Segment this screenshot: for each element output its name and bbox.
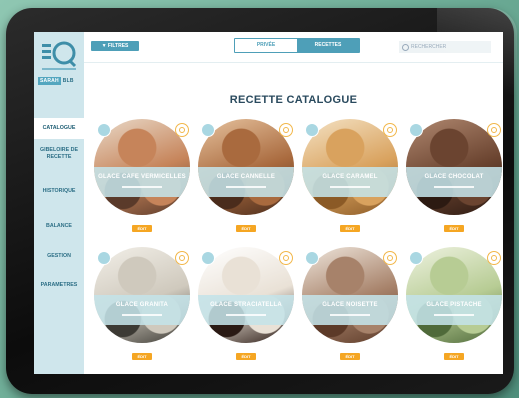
- recipe-card[interactable]: GLACE CAFE VERMICELLES ÉDIT: [94, 119, 192, 239]
- info-icon[interactable]: [305, 251, 319, 265]
- sidebar-item-grimoire[interactable]: GIBELOIRE DE RECETTE: [34, 139, 84, 175]
- tab-privee[interactable]: PRIVÉE: [235, 39, 297, 52]
- recipe-caption-band: GLACE CANNELLE: [198, 167, 294, 197]
- favorite-icon[interactable]: [279, 251, 293, 265]
- sidebar-item-gestion[interactable]: GESTION: [34, 241, 84, 273]
- recipe-card[interactable]: GLACE CANNELLE ÉDIT: [198, 119, 296, 239]
- recipe-caption-band: GLACE CHOCOLAT: [406, 167, 502, 197]
- sidebar-item-historique[interactable]: HISTORIQUE: [34, 175, 84, 211]
- recipe-subtitle-line: [122, 314, 162, 316]
- sidebar-item-balance[interactable]: BALANCE: [34, 211, 84, 241]
- search-icon: [402, 44, 409, 51]
- search-input[interactable]: RECHERCHER: [399, 41, 491, 53]
- favorite-icon[interactable]: [279, 123, 293, 137]
- recipe-name: GLACE CHOCOLAT: [424, 174, 484, 180]
- recipe-subtitle-line: [226, 314, 266, 316]
- recipe-name: GLACE PISTACHE: [426, 302, 482, 308]
- recipe-caption-band: GLACE NOISETTE: [302, 295, 398, 325]
- recipe-caption-band: GLACE STRACIATELLA: [198, 295, 294, 325]
- user-name: SARAH: [38, 77, 61, 85]
- edit-button[interactable]: ÉDIT: [444, 225, 464, 232]
- recipe-card[interactable]: GLACE STRACIATELLA ÉDIT: [198, 247, 296, 367]
- info-icon[interactable]: [201, 251, 215, 265]
- info-icon[interactable]: [409, 123, 423, 137]
- recipe-card[interactable]: GLACE CARAMEL ÉDIT: [302, 119, 400, 239]
- edit-button[interactable]: ÉDIT: [132, 353, 152, 360]
- recipe-card[interactable]: GLACE PISTACHE ÉDIT: [406, 247, 503, 367]
- recipe-name: GLACE CAFE VERMICELLES: [98, 174, 186, 180]
- recipe-caption-band: GLACE PISTACHE: [406, 295, 502, 325]
- favorite-icon[interactable]: [487, 123, 501, 137]
- info-icon[interactable]: [97, 123, 111, 137]
- edit-button[interactable]: ÉDIT: [340, 225, 360, 232]
- sidebar-item-parametres[interactable]: PARAMETRES: [34, 273, 84, 303]
- recipe-card[interactable]: GLACE CHOCOLAT ÉDIT: [406, 119, 503, 239]
- recipe-name: GLACE GRANITA: [115, 302, 169, 308]
- info-icon[interactable]: [409, 251, 423, 265]
- info-icon[interactable]: [97, 251, 111, 265]
- recipe-caption-band: GLACE CAFE VERMICELLES: [94, 167, 190, 197]
- view-toggle: PRIVÉE RECETTES: [234, 38, 360, 53]
- recipe-subtitle-line: [226, 186, 266, 188]
- recipe-name: GLACE NOISETTE: [322, 302, 378, 308]
- recipe-card[interactable]: GLACE NOISETTE ÉDIT: [302, 247, 400, 367]
- search-placeholder: RECHERCHER: [411, 44, 447, 50]
- tablet-frame: SARAH BLB CATALOGUE GIBELOIRE DE RECETTE …: [6, 8, 517, 394]
- recipe-name: GLACE CARAMEL: [322, 174, 378, 180]
- top-bar: ▼ FILTRES PRIVÉE RECETTES RECHERCHER: [84, 32, 503, 63]
- sidebar-nav: CATALOGUE GIBELOIRE DE RECETTE HISTORIQU…: [34, 118, 84, 303]
- favorite-icon[interactable]: [383, 123, 397, 137]
- info-icon[interactable]: [201, 123, 215, 137]
- recipe-card[interactable]: GLACE GRANITA ÉDIT: [94, 247, 192, 367]
- user-label[interactable]: SARAH BLB: [38, 77, 74, 85]
- edit-button[interactable]: ÉDIT: [132, 225, 152, 232]
- favorite-icon[interactable]: [487, 251, 501, 265]
- app-logo-icon: [42, 41, 77, 70]
- favorite-icon[interactable]: [175, 123, 189, 137]
- user-suffix: BLB: [62, 78, 74, 84]
- filter-button[interactable]: ▼ FILTRES: [91, 41, 139, 51]
- edit-button[interactable]: ÉDIT: [340, 353, 360, 360]
- page-title: RECETTE CATALOGUE: [229, 94, 358, 106]
- recipe-name: GLACE CANNELLE: [216, 174, 276, 180]
- recipe-subtitle-line: [330, 314, 370, 316]
- edit-button[interactable]: ÉDIT: [236, 353, 256, 360]
- favorite-icon[interactable]: [383, 251, 397, 265]
- app-screen: SARAH BLB CATALOGUE GIBELOIRE DE RECETTE …: [34, 32, 503, 374]
- recipe-subtitle-line: [122, 186, 162, 188]
- sidebar-item-catalogue[interactable]: CATALOGUE: [34, 118, 84, 139]
- recipe-subtitle-line: [434, 186, 474, 188]
- edit-button[interactable]: ÉDIT: [444, 353, 464, 360]
- recipe-subtitle-line: [434, 314, 474, 316]
- info-icon[interactable]: [305, 123, 319, 137]
- sidebar: SARAH BLB CATALOGUE GIBELOIRE DE RECETTE …: [34, 32, 84, 374]
- recipe-name: GLACE STRACIATELLA: [210, 302, 282, 308]
- recipe-subtitle-line: [330, 186, 370, 188]
- recipe-caption-band: GLACE CARAMEL: [302, 167, 398, 197]
- favorite-icon[interactable]: [175, 251, 189, 265]
- recipe-caption-band: GLACE GRANITA: [94, 295, 190, 325]
- edit-button[interactable]: ÉDIT: [236, 225, 256, 232]
- tab-recettes[interactable]: RECETTES: [297, 39, 359, 52]
